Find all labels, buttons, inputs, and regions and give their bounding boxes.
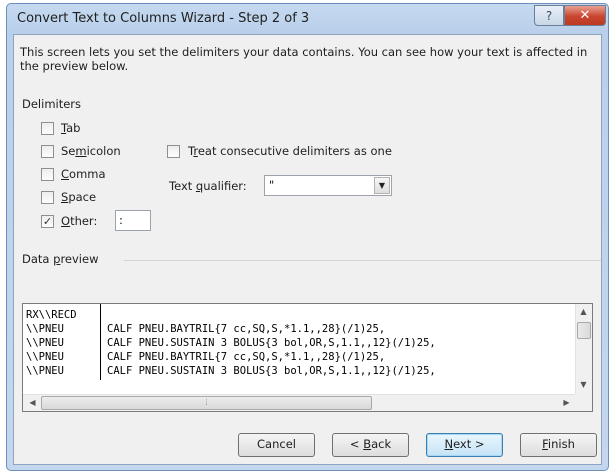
next-button[interactable]: Next > xyxy=(426,433,503,457)
chevron-down-icon[interactable]: ▼ xyxy=(374,177,390,194)
tab-label: Tab xyxy=(61,121,81,135)
preview-cell-col2: CALF PNEU.SUSTAIN 3 BOLUS{3 bol,OR,S,1.1… xyxy=(107,337,436,349)
scroll-up-icon[interactable]: ▲ xyxy=(576,307,591,316)
dialog-title: Convert Text to Columns Wizard - Step 2 … xyxy=(17,11,310,26)
preview-cell-col1: \\PNEU xyxy=(26,323,64,335)
back-button[interactable]: < Back xyxy=(332,433,409,457)
preview-cell-col1: \\PNEU xyxy=(26,337,64,349)
preview-row: \\PNEU CALF PNEU.SUSTAIN 3 BOLUS{3 bol,OR… xyxy=(23,336,575,350)
step-description: This screen lets you set the delimiters … xyxy=(20,45,588,73)
preview-cell-col1: RX\\RECD xyxy=(26,309,77,321)
horizontal-scroll-thumb[interactable]: ⦙ xyxy=(41,396,372,410)
semicolon-label: Semicolon xyxy=(61,144,121,158)
space-label: Space xyxy=(61,190,97,204)
other-checkbox[interactable]: ✓ xyxy=(41,215,54,228)
preview-cell-col1: \\PNEU xyxy=(26,365,64,377)
tab-checkbox[interactable] xyxy=(41,122,54,135)
data-preview-label: Data preview xyxy=(22,252,99,266)
title-bar[interactable]: Convert Text to Columns Wizard - Step 2 … xyxy=(7,4,608,34)
preview-horizontal-scrollbar[interactable]: ◀ ⦙ ▶ xyxy=(23,394,576,411)
text-qualifier-select[interactable]: " ▼ xyxy=(264,175,392,196)
consecutive-delimiters-checkbox[interactable] xyxy=(167,145,180,158)
dialog-body: This screen lets you set the delimiters … xyxy=(13,34,602,465)
finish-button[interactable]: Finish xyxy=(520,433,597,457)
preview-cell-col1: \\PNEU xyxy=(26,351,64,363)
preview-row: \\PNEU CALF PNEU.BAYTRIL{7 cc,SQ,S,*1.1,,… xyxy=(23,350,575,364)
cancel-button[interactable]: Cancel xyxy=(238,433,315,457)
comma-checkbox[interactable] xyxy=(41,168,54,181)
preview-rows: RX\\RECD \\PNEU CALF PNEU.BAYTRIL{7 cc,SQ,… xyxy=(23,308,575,378)
scroll-right-icon[interactable]: ▶ xyxy=(559,398,574,407)
comma-label: Comma xyxy=(61,167,106,181)
preview-vertical-scrollbar[interactable]: ▲ ▼ xyxy=(575,304,592,395)
close-button[interactable]: ✕ xyxy=(564,5,606,26)
help-button[interactable]: ? xyxy=(534,5,564,26)
text-qualifier-label: Text qualifier: xyxy=(169,179,247,193)
vertical-scroll-thumb[interactable] xyxy=(577,322,591,339)
text-qualifier-value: " xyxy=(269,178,275,192)
scrollbar-corner xyxy=(575,394,592,411)
preview-cell-col2: CALF PNEU.BAYTRIL{7 cc,SQ,S,*1.1,,28}(/1… xyxy=(107,323,386,335)
consecutive-delimiters-label: Treat consecutive delimiters as one xyxy=(188,144,392,158)
preview-group-divider xyxy=(124,260,601,261)
data-preview-grid[interactable]: RX\\RECD \\PNEU CALF PNEU.BAYTRIL{7 cc,SQ,… xyxy=(22,303,593,412)
space-checkbox[interactable] xyxy=(41,191,54,204)
delimiters-group-label: Delimiters xyxy=(22,97,82,111)
preview-cell-col2: CALF PNEU.SUSTAIN 3 BOLUS{3 bol,OR,S,1.1… xyxy=(107,365,436,377)
scroll-left-icon[interactable]: ◀ xyxy=(25,398,40,407)
scroll-down-icon[interactable]: ▼ xyxy=(576,380,591,389)
other-label: Other: xyxy=(61,214,98,228)
wizard-dialog: Convert Text to Columns Wizard - Step 2 … xyxy=(6,3,609,471)
preview-row: \\PNEU CALF PNEU.BAYTRIL{7 cc,SQ,S,*1.1,,… xyxy=(23,322,575,336)
preview-row: RX\\RECD xyxy=(23,308,575,322)
other-delimiter-input[interactable]: : xyxy=(115,210,151,231)
semicolon-checkbox[interactable] xyxy=(41,145,54,158)
preview-row: \\PNEU CALF PNEU.SUSTAIN 3 BOLUS{3 bol,OR… xyxy=(23,364,575,378)
preview-cell-col2: CALF PNEU.BAYTRIL{7 cc,SQ,S,*1.1,,28}(/1… xyxy=(107,351,386,363)
